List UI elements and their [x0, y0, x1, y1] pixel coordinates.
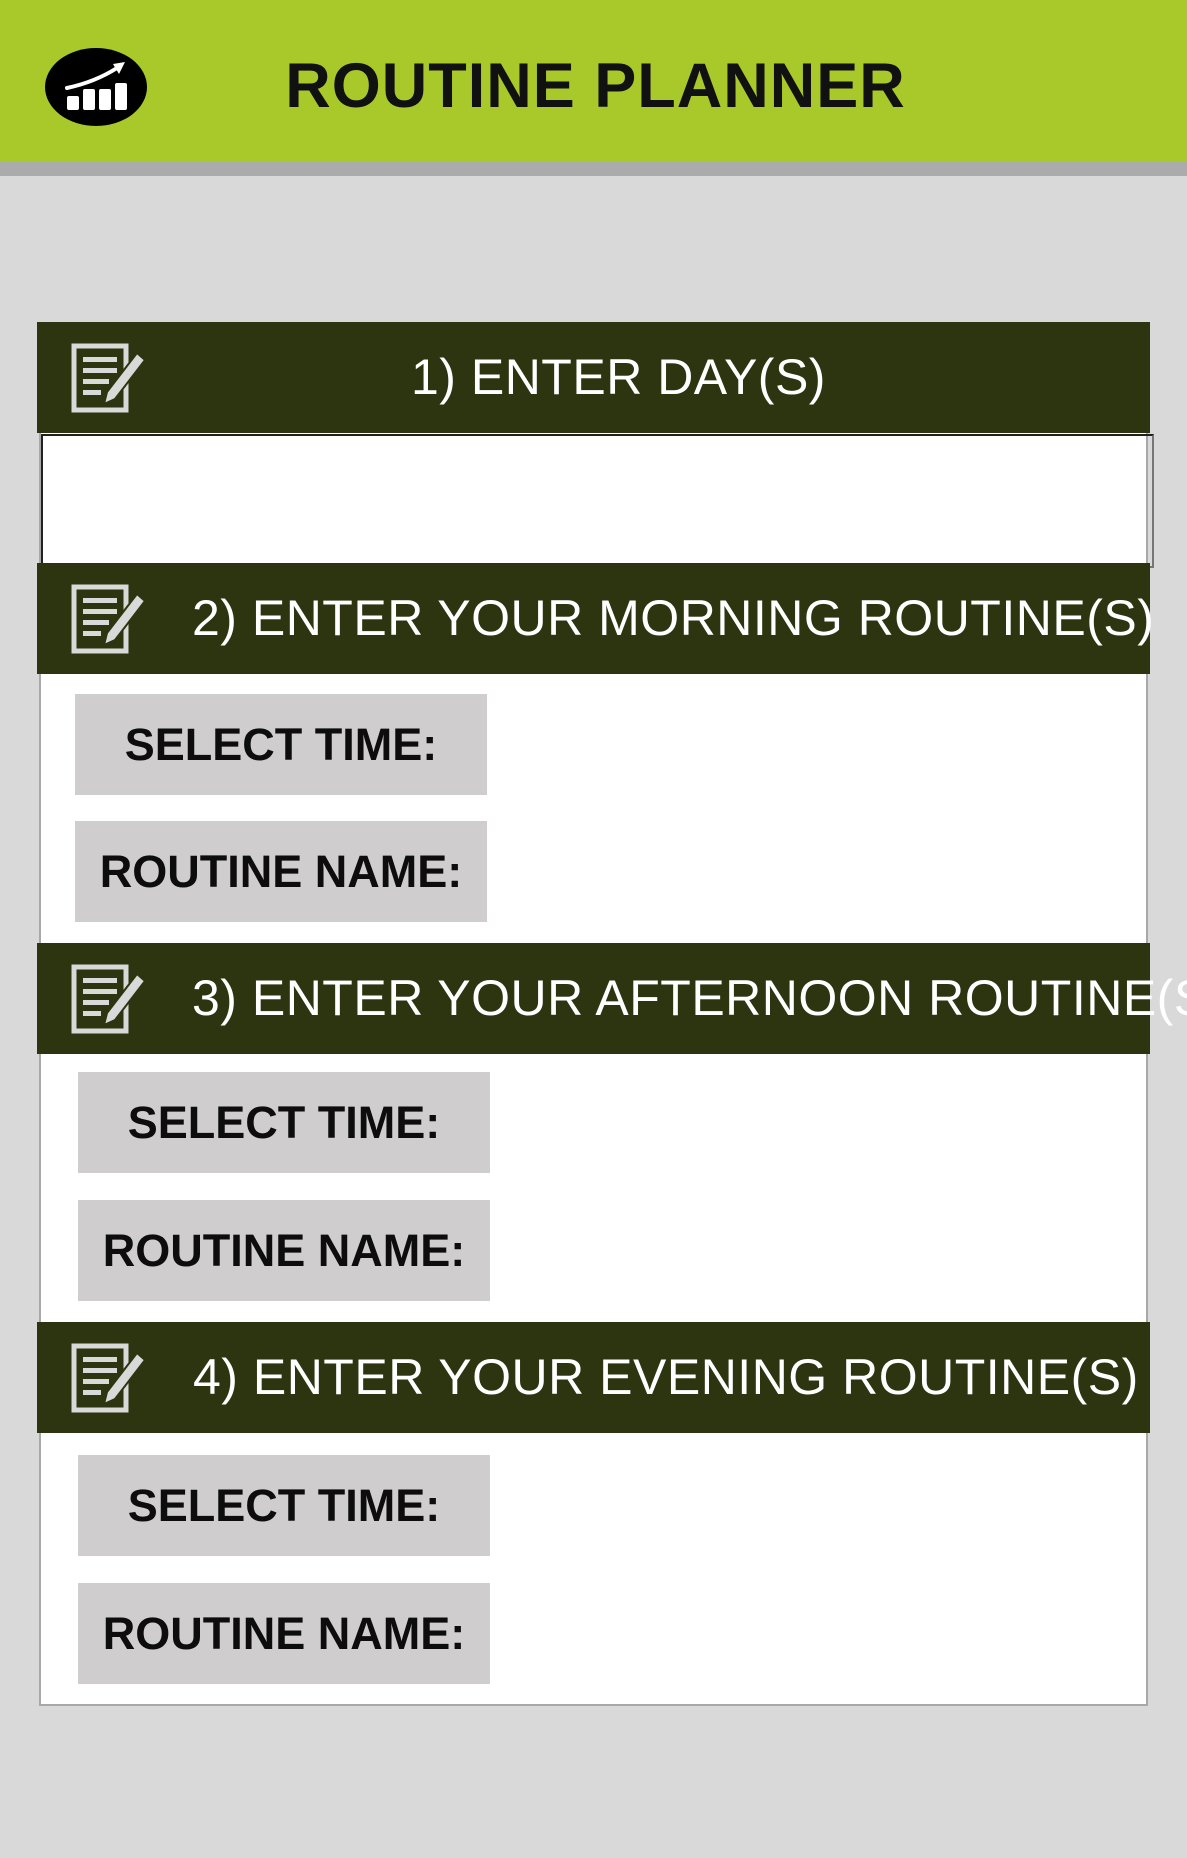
- edit-document-icon: [71, 584, 147, 654]
- section-header-days: 1) ENTER DAY(S): [37, 322, 1150, 433]
- afternoon-select-time-label[interactable]: SELECT TIME:: [78, 1072, 490, 1173]
- section-header-morning: 2) ENTER YOUR MORNING ROUTINE(S): [37, 563, 1154, 674]
- morning-routine-name-label[interactable]: ROUTINE NAME:: [75, 821, 487, 922]
- section-title-morning: 2) ENTER YOUR MORNING ROUTINE(S): [192, 590, 1155, 646]
- morning-routine-name-input[interactable]: [497, 821, 1141, 924]
- edit-document-icon: [71, 964, 147, 1034]
- evening-select-time-input[interactable]: [500, 1455, 1141, 1558]
- section-title-afternoon: 3) ENTER YOUR AFTERNOON ROUTINE(S): [192, 970, 1187, 1026]
- morning-select-time-input[interactable]: [497, 694, 1141, 797]
- section-title-days: 1) ENTER DAY(S): [411, 349, 826, 405]
- evening-routine-name-label[interactable]: ROUTINE NAME:: [78, 1583, 490, 1684]
- edit-document-icon: [71, 343, 147, 413]
- app-title: ROUTINE PLANNER: [285, 51, 906, 121]
- morning-select-time-label[interactable]: SELECT TIME:: [75, 694, 487, 795]
- day-input[interactable]: [41, 434, 1154, 568]
- evening-routine-name-input[interactable]: [500, 1583, 1141, 1686]
- afternoon-routine-name-input[interactable]: [500, 1200, 1141, 1303]
- section-header-evening: 4) ENTER YOUR EVENING ROUTINE(S): [37, 1322, 1150, 1433]
- evening-select-time-label[interactable]: SELECT TIME:: [78, 1455, 490, 1556]
- section-title-evening: 4) ENTER YOUR EVENING ROUTINE(S): [193, 1349, 1139, 1405]
- section-header-afternoon: 3) ENTER YOUR AFTERNOON ROUTINE(S): [37, 943, 1187, 1054]
- afternoon-routine-name-label[interactable]: ROUTINE NAME:: [78, 1200, 490, 1301]
- edit-document-icon: [71, 1343, 147, 1413]
- afternoon-select-time-input[interactable]: [500, 1072, 1141, 1175]
